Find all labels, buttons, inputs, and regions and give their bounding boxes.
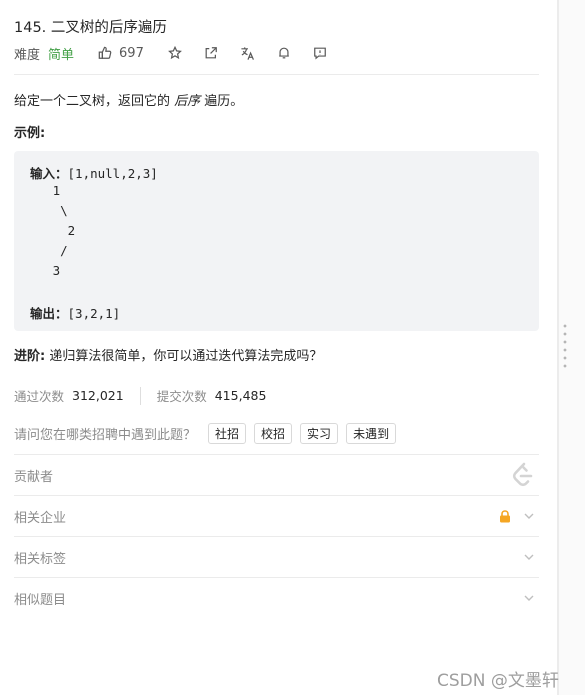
translate-button[interactable]: [240, 46, 255, 61]
stats-divider: [139, 386, 141, 405]
share-icon: [205, 47, 217, 59]
submitted-value: 415,485: [214, 388, 267, 403]
thumb-up-icon: [98, 46, 112, 59]
advanced-note: 进阶: 递归算法很简单，你可以通过迭代算法完成吗？: [14, 345, 322, 364]
similar-right: [523, 592, 535, 604]
example-output-line: 输出：[3,2,1]: [30, 303, 120, 322]
accepted-value: 312,021: [72, 388, 124, 403]
difficulty-badge: 简单: [48, 47, 75, 63]
description-text-after: 遍历。: [200, 94, 244, 109]
tags-section[interactable]: 相关标签: [14, 537, 539, 577]
similar-label: 相似题目: [14, 592, 67, 608]
similar-section[interactable]: 相似题目: [14, 578, 539, 618]
problem-description-panel: 145. 二叉树的后序遍历 难度 简单 697 给定一个二叉树，返回它的 后序 …: [0, 0, 556, 695]
leetcode-logo-icon: [512, 462, 533, 487]
description-emphasis: 后序: [174, 94, 201, 109]
advanced-text: 递归算法很简单，你可以通过迭代算法完成吗？: [45, 349, 323, 364]
notification-button[interactable]: [277, 46, 291, 60]
bell-icon: [279, 47, 289, 59]
input-value: [1,null,2,3]: [67, 166, 158, 181]
comment-icon: [313, 47, 326, 60]
star-icon: [167, 46, 182, 60]
chevron-down-icon[interactable]: [523, 510, 535, 522]
companies-label: 相关企业: [14, 510, 67, 526]
problem-description: 给定一个二叉树，返回它的 后序 遍历。: [14, 90, 243, 109]
tree-line: \: [30, 203, 68, 218]
translate-icon: [241, 46, 254, 60]
panel-divider: [557, 0, 559, 695]
tags-right: [523, 551, 535, 563]
tree-line: 3: [30, 263, 61, 278]
example-title: 示例:: [14, 126, 46, 141]
tags-label: 相关标签: [14, 551, 67, 567]
problem-title: 145. 二叉树的后序遍历: [14, 20, 167, 36]
chevron-down-icon[interactable]: [523, 551, 535, 563]
tree-line: 2: [30, 223, 76, 238]
chevron-down-icon[interactable]: [523, 592, 535, 604]
contributors-right: [511, 462, 535, 488]
lock-icon: [500, 509, 510, 522]
advanced-label: 进阶:: [14, 349, 46, 364]
companies-right: [499, 509, 535, 523]
tree-line: /: [30, 243, 68, 258]
example-code-block: 输入：[1,null,2,3] 1 \ 2 / 3 输出：[3,2,1]: [14, 151, 539, 331]
favorite-button[interactable]: [167, 46, 182, 60]
problem-meta-bar: 难度 简单 697: [14, 43, 327, 63]
submitted-label: 提交次数: [156, 389, 207, 404]
accepted-label: 通过次数: [14, 389, 65, 404]
share-button[interactable]: [204, 46, 218, 60]
interview-survey: 请问您在哪类招聘中遇到此题？ 社招 校招 实习 未遇到: [14, 423, 404, 444]
interview-tag-never[interactable]: 未遇到: [346, 423, 397, 444]
like-button[interactable]: 697: [98, 46, 144, 61]
description-text-before: 给定一个二叉树，返回它的: [14, 94, 175, 109]
interview-question: 请问您在哪类招聘中遇到此题？: [14, 428, 197, 443]
contributors-section[interactable]: 贡献者: [14, 455, 539, 495]
contributors-label: 贡献者: [14, 469, 54, 485]
interview-tag-social[interactable]: 社招: [208, 423, 247, 444]
output-value: [3,2,1]: [67, 306, 121, 321]
like-count: 697: [119, 45, 144, 61]
submission-stats: 通过次数 312,021 提交次数 415,485: [14, 386, 266, 405]
interview-tag-campus[interactable]: 校招: [254, 423, 293, 444]
output-label: 输出：: [30, 306, 68, 321]
csdn-watermark: CSDN @文墨轩: [437, 671, 559, 691]
feedback-button[interactable]: [313, 46, 327, 60]
example-input-line: 输入：[1,null,2,3]: [30, 163, 158, 182]
difficulty-label: 难度: [14, 47, 41, 63]
header-divider: [14, 74, 539, 75]
tree-line: 1: [30, 183, 61, 198]
resize-handle[interactable]: [563, 322, 567, 368]
input-label: 输入：: [30, 166, 68, 181]
companies-section[interactable]: 相关企业: [14, 496, 539, 536]
interview-tag-intern[interactable]: 实习: [300, 423, 339, 444]
